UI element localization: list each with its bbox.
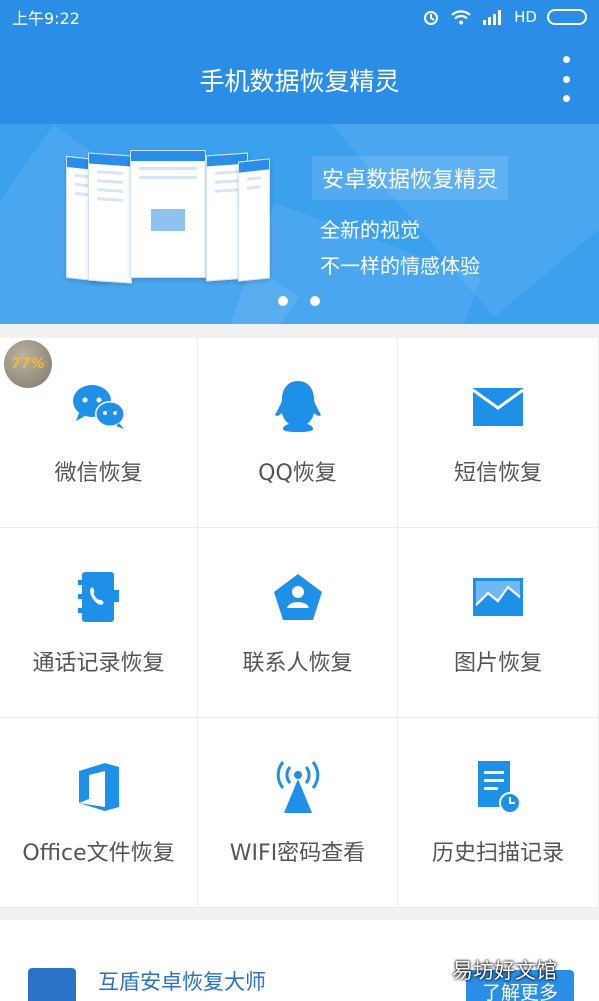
qq-penguin-icon [270, 379, 326, 435]
promo-banner[interactable]: 安卓数据恢复精灵 全新的视觉 不一样的情感体验 [0, 124, 599, 324]
wifi-signal-icon [270, 759, 326, 815]
feature-label: 微信恢复 [54, 460, 143, 486]
feature-contact-recovery[interactable]: 联系人恢复 [198, 528, 398, 718]
feature-wifi-password[interactable]: WIFI密码查看 [198, 718, 398, 908]
feature-label: WIFI密码查看 [229, 840, 366, 866]
pager-dot[interactable] [310, 296, 320, 306]
wechat-icon [71, 379, 127, 435]
feature-label: 短信恢复 [453, 460, 542, 486]
feature-label: 历史扫描记录 [431, 840, 564, 866]
battery-icon [547, 9, 587, 25]
alarm-icon [424, 11, 439, 25]
page-title: 手机数据恢复精灵 [199, 67, 400, 96]
call-log-icon [71, 569, 127, 625]
history-doc-icon [470, 759, 526, 815]
feature-label: QQ恢复 [258, 460, 337, 486]
feature-office-recovery[interactable]: Office文件恢复 [0, 718, 198, 908]
feature-call-log-recovery[interactable]: 通话记录恢复 [0, 528, 198, 718]
office-icon [71, 759, 127, 815]
banner-pager[interactable] [278, 296, 320, 306]
app-logo-icon [28, 968, 76, 1001]
feature-sms-recovery[interactable]: 短信恢复 [398, 338, 599, 528]
feature-scan-history[interactable]: 历史扫描记录 [398, 718, 599, 908]
envelope-icon [470, 379, 526, 435]
feature-label: 图片恢复 [453, 650, 542, 676]
status-time: 上午9:22 [12, 9, 80, 28]
banner-title: 安卓数据恢复精灵 [312, 156, 509, 200]
pager-dot[interactable] [278, 296, 288, 306]
image-icon [470, 569, 526, 625]
status-bar: 上午9:22 HD [0, 0, 599, 34]
banner-line-2: 不一样的情感体验 [320, 254, 480, 278]
feature-grid: 微信恢复 QQ恢复 短信恢复 通话记录恢复 联系人恢复 图片恢复 Office文… [0, 338, 599, 908]
feature-label: Office文件恢复 [22, 840, 175, 866]
feature-qq-recovery[interactable]: QQ恢复 [198, 338, 398, 528]
contact-icon [270, 569, 326, 625]
banner-line-1: 全新的视觉 [320, 218, 420, 242]
speed-badge[interactable]: 77% [4, 340, 52, 388]
network-type: HD [514, 8, 537, 26]
more-vertical-icon[interactable] [559, 56, 573, 102]
wifi-icon [451, 10, 471, 25]
signal-icon [483, 10, 502, 25]
app-bar: 手机数据恢复精灵 [0, 34, 599, 124]
watermark: 易坊好文馆 [452, 959, 557, 983]
feature-label: 通话记录恢复 [32, 650, 165, 676]
feature-image-recovery[interactable]: 图片恢复 [398, 528, 599, 718]
feature-label: 联系人恢复 [242, 650, 353, 676]
promo-app-name: 互盾安卓恢复大师 [98, 970, 266, 994]
